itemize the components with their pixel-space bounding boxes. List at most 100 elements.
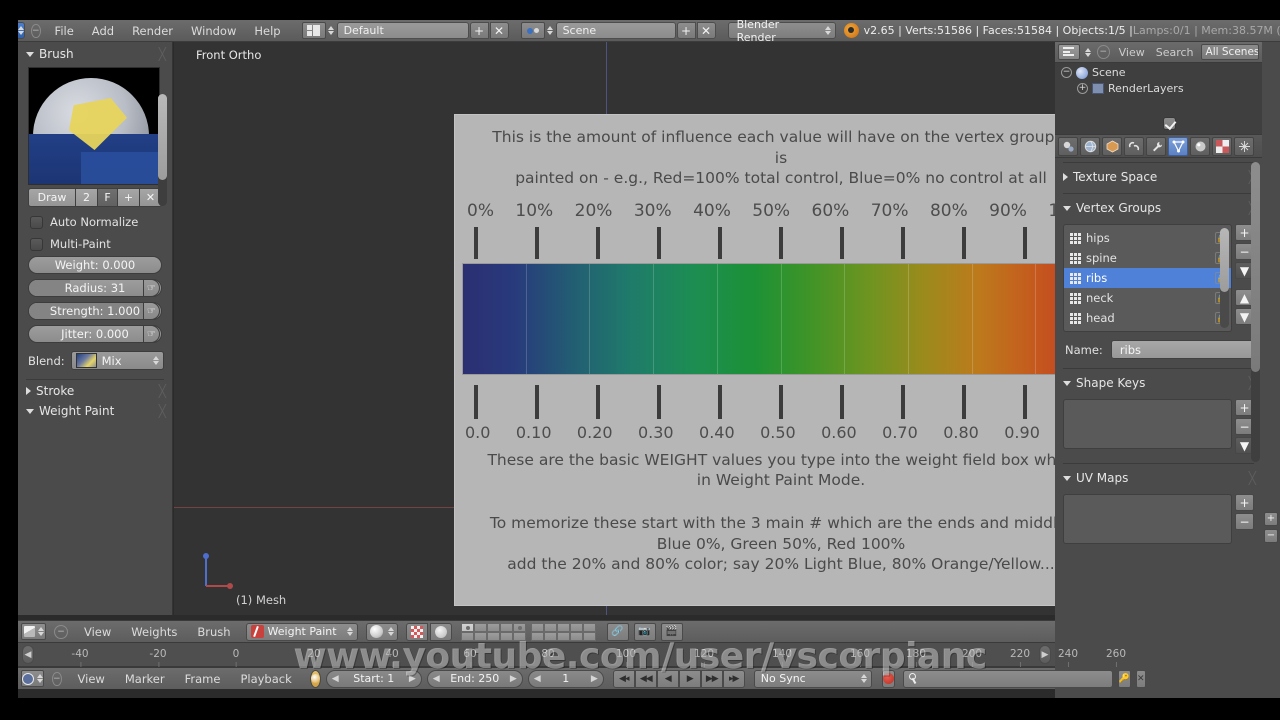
layer-cell[interactable]: [583, 632, 596, 641]
play-icon[interactable]: ▶: [679, 670, 701, 688]
menu-window[interactable]: Window: [182, 22, 245, 40]
layer-cell[interactable]: [570, 623, 583, 632]
collapse-menu-icon[interactable]: −: [31, 24, 41, 38]
auto-normalize-row[interactable]: Auto Normalize: [30, 215, 172, 229]
layer-cell[interactable]: [583, 623, 596, 632]
view3d-menu-weights[interactable]: Weights: [122, 623, 186, 641]
brush-preview-scrollbar[interactable]: [158, 94, 167, 206]
screen-layout-icon[interactable]: [302, 22, 326, 39]
layer-cell[interactable]: [544, 632, 557, 641]
timeline-scroll-right-handle[interactable]: ▶: [1039, 645, 1051, 664]
strength-slider[interactable]: Strength: 1.000: [28, 302, 162, 320]
blend-mode-selector[interactable]: Mix: [71, 351, 164, 370]
particles-tab[interactable]: [1234, 137, 1254, 156]
vertex-groups-scrollbar[interactable]: [1220, 228, 1229, 328]
world-tab[interactable]: [1102, 137, 1122, 156]
outliner-menu-view[interactable]: View: [1115, 46, 1149, 59]
keying-set-delete-icon[interactable]: ✕: [1136, 670, 1146, 688]
texture-space-section-header[interactable]: Texture Space ╳: [1055, 163, 1262, 189]
render-camera-icon[interactable]: 📷: [634, 623, 656, 641]
properties-scrollbar[interactable]: [1251, 162, 1260, 462]
view3d-menu-brush[interactable]: Brush: [188, 623, 239, 641]
weight-paint-panel-header[interactable]: Weight Paint ╳: [18, 402, 172, 422]
outliner-collapse-icon[interactable]: −: [1097, 45, 1110, 59]
layer-cell[interactable]: [531, 623, 544, 632]
layer-group-2[interactable]: [531, 623, 596, 641]
add-button[interactable]: +: [1264, 512, 1278, 526]
scene-icon[interactable]: [521, 22, 545, 39]
jump-end-icon[interactable]: ▸▶: [723, 670, 745, 688]
screen-layout-field[interactable]: Default: [337, 22, 469, 39]
outliner-chevron-icon[interactable]: [1085, 48, 1091, 57]
layer-cell[interactable]: [461, 632, 474, 641]
double-side-checkbox[interactable]: [1163, 117, 1176, 130]
list-item[interactable]: hips 🔒: [1064, 228, 1231, 248]
texture-paint-toggle[interactable]: [406, 623, 428, 641]
menu-add[interactable]: Add: [83, 22, 123, 40]
outliner-editor[interactable]: − View Search All Scenes − Scene + Rende…: [1055, 42, 1262, 134]
scene-tab[interactable]: [1080, 137, 1100, 156]
shape-keys-list-inner[interactable]: [1063, 399, 1232, 449]
render-animation-icon[interactable]: 🎬: [661, 623, 683, 641]
link-icon[interactable]: 🔗: [607, 623, 629, 641]
timeline-menu-playback[interactable]: Playback: [231, 670, 300, 688]
layer-cell[interactable]: [531, 632, 544, 641]
brush-add-button[interactable]: +: [118, 188, 140, 207]
viewport-shading-selector[interactable]: [366, 623, 398, 641]
remove-button[interactable]: −: [1264, 529, 1278, 543]
menu-help[interactable]: Help: [245, 22, 289, 40]
object-data-tab[interactable]: [1168, 137, 1188, 156]
view3d-menu-view[interactable]: View: [75, 623, 120, 641]
prev-keyframe-icon[interactable]: ◀◀: [635, 670, 657, 688]
layer-cell[interactable]: [557, 632, 570, 641]
editor-type-view3d-icon[interactable]: [21, 623, 46, 640]
vertex-groups-section-header[interactable]: Vertex Groups ╳: [1055, 194, 1262, 220]
layer-group-1[interactable]: [461, 623, 526, 641]
timeline-ruler[interactable]: -40 -20 0 20 40 60 80 100 120 140 160 18…: [18, 643, 1055, 667]
list-item[interactable]: head 🔒: [1064, 308, 1231, 328]
expand-collapse-icon[interactable]: −: [1061, 67, 1072, 78]
radius-slider[interactable]: Radius: 31: [28, 279, 162, 297]
menu-file[interactable]: File: [46, 22, 83, 40]
brush-name-field[interactable]: Draw: [28, 188, 76, 207]
auto-keyframe-toggle-icon[interactable]: [310, 670, 321, 688]
interaction-mode-selector[interactable]: Weight Paint: [246, 623, 358, 641]
brush-fake-user-button[interactable]: F: [98, 188, 118, 207]
frame-start-field[interactable]: ◀ Start: 1 ▶: [326, 670, 422, 688]
collapse-menu-icon[interactable]: −: [54, 625, 68, 639]
layer-cell[interactable]: [500, 632, 513, 641]
vertex-group-name-input[interactable]: ribs: [1111, 340, 1254, 359]
outliner-row-renderlayers[interactable]: + RenderLayers: [1055, 79, 1262, 95]
solid-mode-toggle[interactable]: [430, 623, 452, 641]
collapse-menu-icon[interactable]: −: [52, 672, 62, 686]
add-uv-map-button[interactable]: +: [1235, 494, 1254, 511]
uv-maps-section-header[interactable]: UV Maps ╳: [1055, 464, 1262, 490]
delete-scene-button[interactable]: ✕: [697, 22, 716, 39]
layer-cell[interactable]: [474, 623, 487, 632]
uv-maps-list-inner[interactable]: [1063, 494, 1232, 544]
shape-keys-list[interactable]: + − ▼: [1063, 399, 1254, 454]
add-screen-layout-button[interactable]: +: [470, 22, 489, 39]
outliner-row-scene[interactable]: − Scene: [1055, 63, 1262, 79]
sync-mode-selector[interactable]: No Sync: [754, 670, 872, 688]
timeline-scroll-left-handle[interactable]: ◀: [22, 645, 34, 664]
editor-type-outliner-icon[interactable]: [1058, 44, 1080, 60]
add-scene-button[interactable]: +: [677, 22, 696, 39]
frame-end-field[interactable]: ◀ End: 250 ▶: [427, 670, 523, 688]
layer-cell[interactable]: [513, 632, 526, 641]
auto-normalize-checkbox[interactable]: [30, 216, 43, 229]
multi-paint-row[interactable]: Multi-Paint: [30, 237, 172, 251]
active-keying-set-field[interactable]: [903, 670, 1113, 688]
object-constraints-tab[interactable]: [1124, 137, 1144, 156]
remove-uv-map-button[interactable]: −: [1235, 513, 1254, 530]
editor-type-timeline-icon[interactable]: [21, 670, 44, 687]
brush-panel-header[interactable]: Brush ╳: [18, 42, 172, 65]
modifiers-tab[interactable]: [1146, 137, 1166, 156]
expand-collapse-icon[interactable]: +: [1077, 83, 1088, 94]
render-tab[interactable]: [1058, 137, 1078, 156]
scene-layers-grid[interactable]: [461, 623, 596, 641]
layer-cell[interactable]: [513, 623, 526, 632]
scene-name-field[interactable]: Scene: [556, 22, 676, 39]
outliner-display-mode-selector[interactable]: All Scenes: [1201, 44, 1259, 60]
uv-maps-list[interactable]: + −: [1063, 494, 1254, 544]
